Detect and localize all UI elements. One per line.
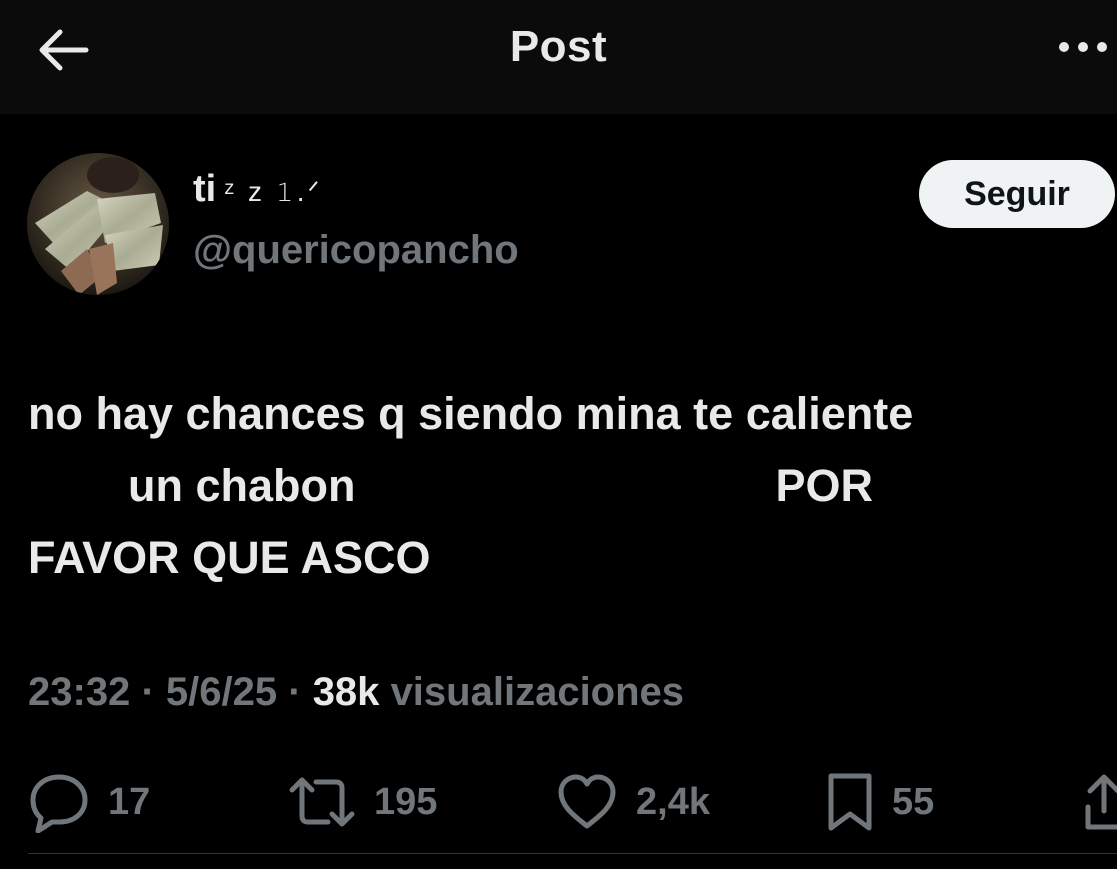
post-date[interactable]: 5/6/25 xyxy=(166,670,277,714)
like-button[interactable]: 2,4k xyxy=(556,764,710,840)
bookmark-button[interactable]: 55 xyxy=(826,764,934,840)
tweet-line-3: FAVOR QUE ASCO xyxy=(28,532,431,583)
divider xyxy=(28,853,1117,854)
reply-button[interactable]: 17 xyxy=(28,764,150,840)
repost-button[interactable]: 195 xyxy=(288,764,437,840)
display-name-text: ti xyxy=(193,168,217,210)
post-meta: 23:32 · 5/6/25 · 38k visualizaciones xyxy=(28,670,684,715)
avatar[interactable] xyxy=(27,153,169,295)
views-count: 38k xyxy=(312,670,380,714)
heart-icon xyxy=(558,774,616,829)
tweet-text: no hay chances q siendo mina te caliente… xyxy=(28,378,1103,594)
avatar-image xyxy=(27,153,169,295)
repost-icon xyxy=(289,777,355,827)
views-label: visualizaciones xyxy=(390,670,685,714)
tweet-line-2-text: un chabon xyxy=(128,460,356,511)
repost-count: 195 xyxy=(374,780,438,823)
meta-separator: · xyxy=(141,670,155,714)
meta-separator: · xyxy=(288,670,302,714)
top-bar: Post xyxy=(0,0,1117,114)
display-name-decoration: ᶻ z 𝟷.ᐟ xyxy=(224,176,323,207)
censored-region xyxy=(28,467,128,512)
more-options-button[interactable] xyxy=(1052,22,1117,72)
bookmark-icon xyxy=(828,773,872,831)
tweet-line-2: un chabon POR xyxy=(28,450,1103,522)
bookmark-count: 55 xyxy=(892,780,935,823)
page-title: Post xyxy=(509,22,608,71)
tweet-line-1: no hay chances q siendo mina te caliente xyxy=(28,388,914,439)
censored-region xyxy=(355,467,776,512)
author-handle[interactable]: @quericopancho xyxy=(193,228,519,273)
follow-button[interactable]: Seguir xyxy=(919,160,1115,228)
reply-count: 17 xyxy=(108,780,151,823)
tweet-line-2-end: POR xyxy=(775,460,873,511)
share-icon xyxy=(1085,774,1117,830)
share-button[interactable] xyxy=(1084,764,1117,840)
action-bar: 17 195 2,4k 55 xyxy=(0,764,1117,840)
post-time[interactable]: 23:32 xyxy=(28,670,130,714)
like-count: 2,4k xyxy=(636,780,710,823)
more-horizontal-icon xyxy=(1059,42,1107,52)
author-display-name[interactable]: ti ᶻ z 𝟷.ᐟ xyxy=(193,168,322,211)
reply-icon xyxy=(30,774,88,833)
